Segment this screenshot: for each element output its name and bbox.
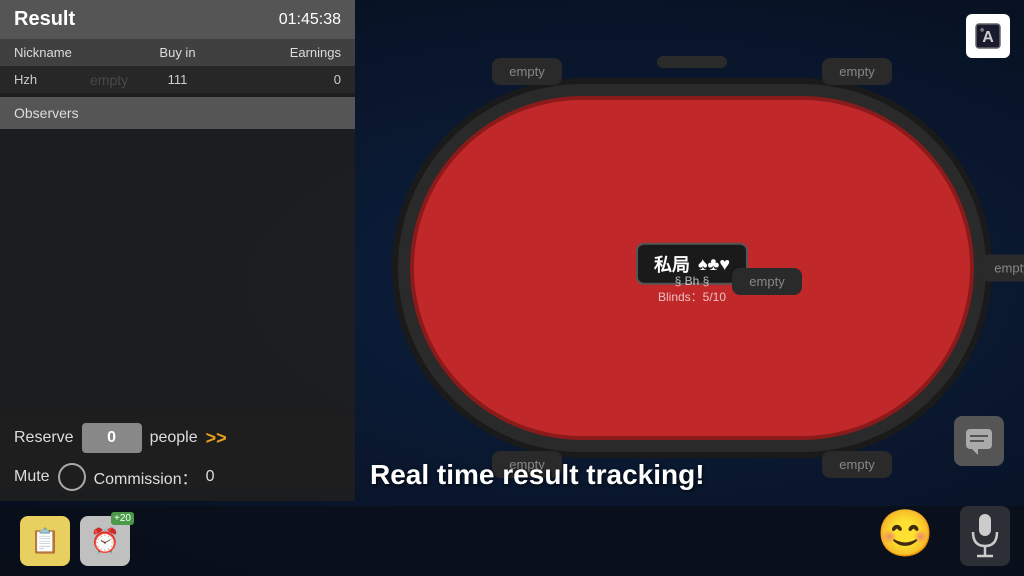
header-buyin: Buy in xyxy=(123,45,232,60)
seat-top-left: empty xyxy=(492,58,562,85)
row-buyin: 111 xyxy=(123,72,232,87)
reserve-row: Reserve people >> xyxy=(14,423,341,453)
chat-svg xyxy=(964,427,994,455)
card-icon[interactable]: A ♠ xyxy=(966,14,1010,58)
notes-icon[interactable]: 📋 xyxy=(20,516,70,566)
result-title: Result xyxy=(14,8,75,31)
reserve-label: Reserve xyxy=(14,429,74,447)
bottom-bar: 📋 ⏰ +20 xyxy=(0,506,1024,576)
game-info-line2: Blinds：5/10 xyxy=(658,288,726,305)
seat-top-right: empty xyxy=(822,58,892,85)
table-headers: Nickname Buy in Earnings xyxy=(0,39,355,66)
mute-row: Mute Commission： 0 xyxy=(14,463,341,491)
table-inner: 私局 ♠♣♥ § Bh § Blinds：5/10 xyxy=(410,96,974,440)
bottom-controls: Reserve people >> Mute Commission： 0 xyxy=(0,413,355,501)
table-game-info: § Bh § Blinds：5/10 xyxy=(658,274,726,305)
poker-table: 私局 ♠♣♥ § Bh § Blinds：5/10 empty empty em… xyxy=(392,78,992,458)
seat-mid-left: empty xyxy=(732,268,802,295)
seat-mid-right: empty xyxy=(977,255,1024,282)
reserve-input[interactable] xyxy=(82,423,142,453)
logo-text: 私局 xyxy=(654,251,690,277)
commission-value: 0 xyxy=(206,468,215,486)
logo-suits: ♠♣♥ xyxy=(698,253,730,274)
game-info-line1: § Bh § xyxy=(658,274,726,288)
header-earnings: Earnings xyxy=(232,45,341,60)
row-watermark: empty xyxy=(90,72,128,88)
mic-svg xyxy=(969,512,1001,560)
header-nickname: Nickname xyxy=(14,45,123,60)
mute-label: Mute xyxy=(14,468,50,486)
row-earnings: 0 xyxy=(232,72,341,87)
card-svg: A ♠ xyxy=(974,22,1002,50)
bottom-icons: 📋 ⏰ +20 xyxy=(20,516,130,566)
observers-label: Observers xyxy=(14,105,79,121)
result-header: Result 01:45:38 xyxy=(0,0,355,39)
alarm-badge: +20 xyxy=(111,512,134,525)
result-timer: 01:45:38 xyxy=(279,11,341,29)
mic-icon[interactable] xyxy=(960,506,1010,566)
arrows-icon[interactable]: >> xyxy=(206,428,227,449)
observers-section: Observers xyxy=(0,97,355,129)
seat-top-center xyxy=(657,56,727,68)
main-text: Real time result tracking! xyxy=(370,459,964,491)
people-text: people xyxy=(150,429,198,447)
chat-icon[interactable] xyxy=(954,416,1004,466)
table-row: empty Hzh 111 0 xyxy=(0,66,355,93)
commission-label: Commission： xyxy=(94,465,198,489)
poker-table-container: 私局 ♠♣♥ § Bh § Blinds：5/10 empty empty em… xyxy=(370,30,1014,506)
mute-toggle[interactable] xyxy=(58,463,86,491)
emoji-icon[interactable]: 😊 xyxy=(877,506,934,561)
alarm-icon[interactable]: ⏰ +20 xyxy=(80,516,130,566)
